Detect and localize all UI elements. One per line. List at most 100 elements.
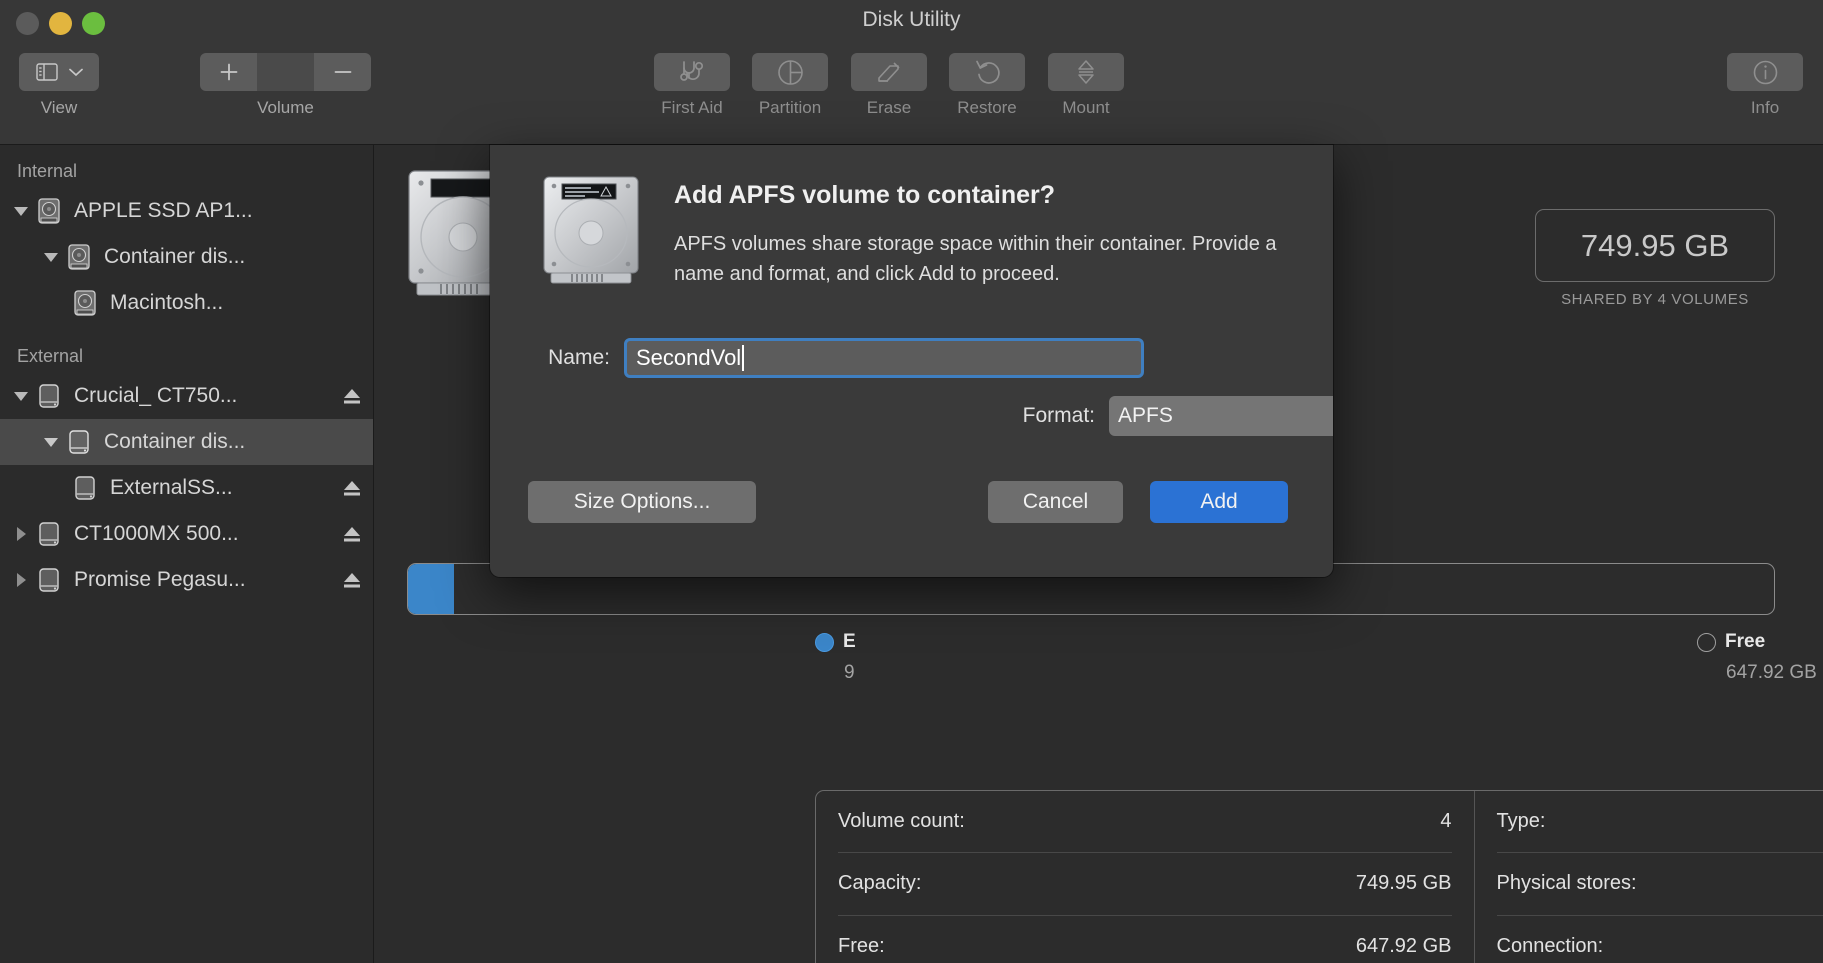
legend-name: E	[843, 631, 856, 652]
dialog-surface: Add APFS volume to container? APFS volum…	[490, 145, 1333, 577]
eject-icon[interactable]	[333, 478, 363, 498]
mount-button-surface[interactable]	[1048, 53, 1124, 91]
external-drive-icon	[34, 565, 64, 595]
toolbar-restore-button[interactable]: Restore	[949, 53, 1025, 118]
capacity-value: 749.95 GB	[1580, 227, 1730, 263]
chevron-down-icon	[68, 68, 83, 77]
sidebar-item-crucial-ct750[interactable]: Crucial_ CT750...	[0, 373, 373, 419]
legend-item-used: E 9	[815, 631, 856, 684]
info-column-left: Volume count: 4 Capacity: 749.95 GB Free…	[816, 791, 1474, 963]
add-volume-button[interactable]	[200, 53, 257, 91]
table-row: Physical stores: disk5s2	[1496, 853, 1823, 916]
format-field-row: Format: APFS	[970, 396, 1333, 436]
toolbar-mount-button[interactable]: Mount	[1048, 53, 1124, 118]
sidebar-item-label: Container dis...	[104, 430, 246, 453]
window-title: Disk Utility	[862, 8, 961, 31]
add-volume-dialog: Add APFS volume to container? APFS volum…	[490, 145, 1333, 577]
sidebar-item-label: Crucial_ CT750...	[74, 384, 238, 407]
info-key: Type:	[1496, 810, 1546, 833]
pie-chart-icon	[777, 59, 804, 86]
external-drive-icon	[34, 519, 64, 549]
sidebar-icon	[35, 63, 58, 81]
external-drive-icon	[64, 427, 94, 457]
info-column-right: Type: APFS Container Physical stores: di…	[1473, 791, 1823, 963]
eject-icon[interactable]	[333, 386, 363, 406]
erase-pencil-icon	[876, 60, 903, 85]
toolbar-volume-control[interactable]: Volume	[200, 53, 371, 118]
view-button[interactable]	[19, 53, 99, 91]
table-row: Connection: USB	[1497, 916, 1823, 963]
disclosure-triangle-collapsed-icon[interactable]	[8, 572, 34, 588]
sidebar-item-ct1000mx[interactable]: CT1000MX 500...	[0, 511, 373, 557]
sidebar-item-label: ExternalSS...	[110, 476, 233, 499]
disclosure-triangle-expanded-icon[interactable]	[8, 206, 34, 217]
info-circle-icon	[1752, 59, 1779, 86]
format-label: Format:	[1022, 404, 1095, 427]
sidebar[interactable]: Internal APPLE SSD AP1... Container dis.…	[0, 145, 374, 963]
sidebar-item-promise-pegasus[interactable]: Promise Pegasu...	[0, 557, 373, 603]
info-key: Physical stores:	[1496, 872, 1637, 895]
legend-size: 9	[844, 662, 855, 683]
volume-label: Volume	[257, 98, 314, 117]
internal-drive-icon	[70, 288, 100, 318]
table-row: Type: APFS Container	[1496, 791, 1823, 854]
cancel-button[interactable]: Cancel	[988, 481, 1123, 523]
eject-icon[interactable]	[333, 570, 363, 590]
sidebar-item-externalssd[interactable]: ExternalSS...	[0, 465, 373, 511]
usage-segment-used[interactable]	[408, 564, 454, 614]
stethoscope-icon	[678, 59, 706, 85]
window-titlebar: Disk Utility View Volume First Aid Parti…	[0, 0, 1823, 145]
disclosure-triangle-collapsed-icon[interactable]	[8, 526, 34, 542]
legend-swatch-free-icon	[1697, 632, 1716, 652]
toolbar-info-button[interactable]: Info	[1727, 53, 1803, 118]
external-drive-icon	[70, 473, 100, 503]
text-caret	[742, 345, 745, 371]
table-row: Volume count: 4	[838, 791, 1452, 854]
legend-size: 647.92 GB	[1726, 662, 1817, 683]
eject-icon[interactable]	[333, 524, 363, 544]
remove-volume-button[interactable]	[314, 53, 371, 91]
capacity-badge: 749.95 GB	[1535, 209, 1775, 282]
size-options-button[interactable]: Size Options...	[528, 481, 756, 523]
table-row: Free: 647.92 GB	[838, 916, 1452, 963]
toolbar-view-control[interactable]: View	[19, 53, 99, 118]
internal-drive-icon	[64, 242, 94, 272]
toolbar-partition-button[interactable]: Partition	[752, 53, 828, 118]
info-key: Capacity:	[838, 872, 922, 895]
sidebar-item-internal-container[interactable]: Container dis...	[0, 234, 373, 280]
dialog-title: Add APFS volume to container?	[674, 181, 1056, 209]
volume-segmented-control[interactable]	[200, 53, 371, 91]
legend-name: Free	[1725, 631, 1766, 652]
info-key: Connection:	[1496, 934, 1604, 957]
info-label: Info	[1750, 98, 1780, 117]
segment-divider	[257, 53, 314, 91]
erase-button-surface[interactable]	[851, 53, 927, 91]
disclosure-triangle-expanded-icon[interactable]	[8, 391, 34, 402]
sidebar-item-macintosh-hd[interactable]: Macintosh...	[0, 280, 373, 326]
minus-icon	[332, 61, 354, 83]
disclosure-triangle-expanded-icon[interactable]	[38, 437, 64, 448]
toolbar-erase-button[interactable]: Erase	[851, 53, 927, 118]
name-label: Name:	[548, 346, 610, 369]
toolbar-first-aid-button[interactable]: First Aid	[654, 53, 730, 118]
format-select-value: APFS	[1118, 404, 1173, 427]
external-drive-icon	[34, 381, 64, 411]
sidebar-item-label: Promise Pegasu...	[74, 568, 246, 591]
info-button-surface[interactable]	[1727, 53, 1803, 91]
first-aid-button-surface[interactable]	[654, 53, 730, 91]
sidebar-item-apple-ssd[interactable]: APPLE SSD AP1...	[0, 188, 373, 234]
eject-mount-icon	[1074, 59, 1098, 85]
disclosure-triangle-expanded-icon[interactable]	[38, 252, 64, 263]
erase-label: Erase	[866, 98, 912, 117]
name-input[interactable]: SecondVol	[624, 338, 1144, 378]
restore-button-surface[interactable]	[949, 53, 1025, 91]
sidebar-item-external-container[interactable]: Container dis...	[0, 419, 373, 465]
table-row: Capacity: 749.95 GB	[838, 853, 1452, 916]
disk-utility-window: Disk Utility View Volume First Aid Parti…	[0, 0, 1823, 963]
format-select[interactable]: APFS	[1109, 396, 1333, 436]
sidebar-item-label: APPLE SSD AP1...	[74, 199, 253, 222]
add-button[interactable]: Add	[1150, 481, 1288, 523]
partition-button-surface[interactable]	[752, 53, 828, 91]
volume-info-table: Volume count: 4 Capacity: 749.95 GB Free…	[815, 790, 1823, 963]
internal-drive-icon	[34, 196, 64, 226]
